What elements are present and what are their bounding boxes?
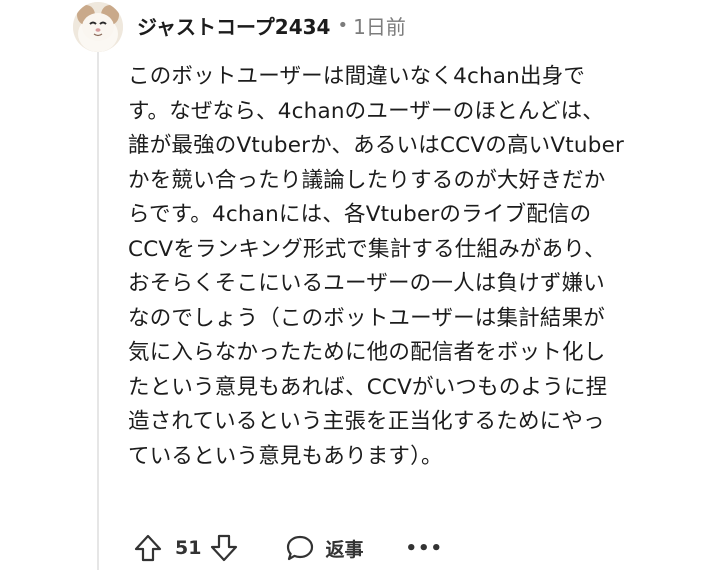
comment-actions: 51 返事 ••• <box>133 528 443 568</box>
comment-line: CCVをランキング形式で集計する仕組みがあり、 <box>128 236 606 262</box>
arrow-up-outline-icon <box>134 534 162 562</box>
avatar[interactable] <box>73 2 123 52</box>
upvote-button[interactable] <box>133 533 163 563</box>
cat-avatar-icon <box>73 2 123 52</box>
speech-bubble-icon <box>287 535 314 561</box>
comment-line: このボットユーザーは間違いなく4chan出身で <box>128 64 586 89</box>
comment-line: 造されているという主張を正当化するためにやっ <box>128 409 605 434</box>
comment-line: らです。4chanには、各Vtuberのライブ配信の <box>128 202 592 227</box>
comment-line: 誰が最強のVtuberか、あるいはCCVの高いVtuber <box>128 133 625 158</box>
vote-score: 51 <box>175 537 202 559</box>
reply-label: 返事 <box>325 538 364 561</box>
username[interactable]: ジャストコープ2434 <box>137 11 330 40</box>
comment-line: かを競い合ったり議論したりするのが大好きだか <box>128 167 606 193</box>
comment-line: おそらくそこにいるユーザーの一人は負けず嫌い <box>128 271 605 296</box>
comment-line: 気に入らなかったために他の配信者をボット化し <box>128 340 606 365</box>
downvote-button[interactable] <box>209 533 239 563</box>
thread-line <box>97 50 99 570</box>
comment-line: たという意見もあれば、CCVがいつものように捏 <box>128 374 608 400</box>
comment-line: す。なぜなら、4chanのユーザーのほとんどは、 <box>128 98 605 124</box>
comment-line: ているという意見もあります）。 <box>128 443 443 469</box>
reply-button[interactable]: 返事 <box>285 533 363 563</box>
arrow-down-outline-icon <box>211 534 238 562</box>
comment-body: このボットユーザーは間違いなく4chan出身で す。なぜなら、4chanのユーザ… <box>128 60 688 474</box>
meta-separator: • <box>337 14 349 36</box>
comment-line: なのでしょう（このボットユーザーは集計結果が <box>128 305 605 331</box>
comment-header: ジャストコープ2434 • 1日前 <box>137 10 406 40</box>
timestamp: 1日前 <box>353 14 406 39</box>
more-options-button[interactable]: ••• <box>405 538 443 559</box>
